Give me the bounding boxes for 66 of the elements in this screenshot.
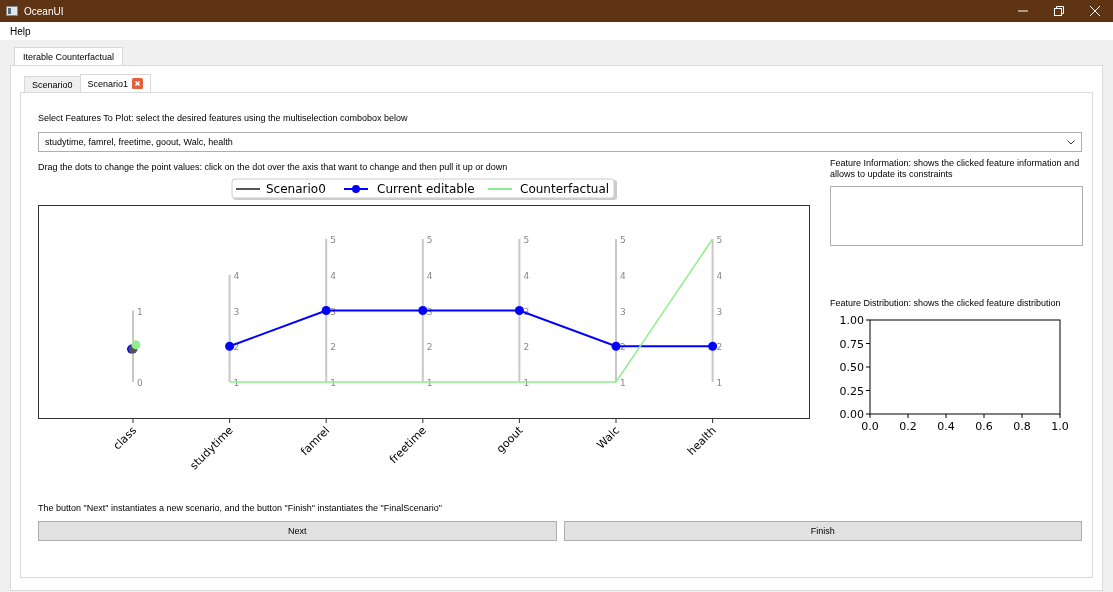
axis-tick-label: 5: [426, 235, 433, 245]
axis-tick-label: 4: [233, 270, 240, 281]
axis-tick-label: 1: [426, 378, 433, 388]
restore-icon: [1054, 6, 1064, 16]
chevron-down-icon: [1067, 139, 1075, 145]
axis-tick-label: 0: [137, 378, 143, 388]
tab[interactable]: Iterable Counterfactual: [14, 47, 124, 65]
instruction-text: Drag the dots to change the point values: click on the dot over the axis that want to change and then pull it up or down: [38, 162, 509, 173]
axis-tick-label: 2: [330, 342, 336, 353]
axis-tick-label: 1: [620, 378, 626, 388]
axis-tick-label: 3: [716, 306, 723, 317]
axis-tick-label: 5: [330, 235, 336, 245]
axis-tick-label: 4: [426, 270, 433, 281]
y-tick-label: 0.25: [839, 384, 864, 398]
x-tick-label: 0.8: [1013, 420, 1031, 433]
legend-label: Current editable: [377, 182, 475, 196]
window-title: OceanUI: [24, 5, 65, 17]
draggable-dot[interactable]: [225, 341, 235, 351]
axis-tick-label: 4: [330, 270, 336, 281]
x-tick-label: 0.4: [937, 420, 955, 433]
x-tick-label: 0.2: [899, 420, 917, 433]
tab[interactable]: Scenario1: [79, 74, 152, 92]
axis-tick-label: 3: [233, 306, 240, 317]
close-icon: [1090, 6, 1100, 16]
axis-tick-label: 1: [523, 378, 530, 388]
class-dot: [131, 340, 141, 350]
axis-tick-label: 3: [620, 306, 626, 317]
y-tick-label: 0.00: [839, 408, 864, 421]
x-tick-label: 1.0: [1051, 420, 1069, 433]
draggable-dot[interactable]: [321, 306, 331, 315]
distribution-label: Feature Distribution: shows the clicked feature distribution: [830, 298, 1062, 309]
axis-tick-label: 2: [523, 342, 530, 353]
axis-tick-label: 1: [137, 306, 143, 317]
menu-item[interactable]: Help: [4, 25, 37, 37]
axis-tick-label: 4: [716, 270, 723, 281]
axis-tick-label: 5: [620, 235, 626, 245]
draggable-dot[interactable]: [708, 341, 718, 351]
y-tick-label: 0.75: [839, 337, 864, 351]
axis-tick-label: 1: [716, 378, 723, 388]
action-button[interactable]: Finish: [563, 521, 1082, 541]
axis-tick-label: 5: [716, 235, 723, 245]
axis-tick-label: 3: [426, 306, 433, 317]
action-button[interactable]: Next: [38, 521, 557, 541]
info-label: Feature Information: shows the clicked feature information and allows to update its constraints: [830, 158, 1081, 180]
y-tick-label: 0.50: [839, 361, 864, 374]
axis-tick-label: 5: [523, 235, 530, 245]
tab[interactable]: Scenario0: [24, 76, 81, 92]
legend-label: Scenario0: [266, 182, 326, 196]
axis-tick-label: 1: [233, 378, 240, 388]
draggable-dot[interactable]: [611, 341, 621, 351]
features-combobox[interactable]: studytime, famrel, freetime, goout, Walc, health: [38, 132, 1082, 152]
draggable-dot[interactable]: [418, 306, 428, 315]
axis-tick-label: 2: [426, 342, 433, 353]
axis-tick-label: 4: [620, 270, 626, 281]
close-icon[interactable]: [132, 78, 144, 89]
x-tick-label: 0.6: [975, 420, 993, 433]
footer-text: The button "Next" instantiates a new scenario, and the button "Finish" instantiates the "FinalScenario": [38, 503, 443, 514]
axis-tick-label: 4: [523, 270, 530, 281]
draggable-dot[interactable]: [514, 306, 524, 315]
x-tick-label: 0.0: [861, 420, 879, 433]
y-tick-label: 1.00: [839, 314, 864, 327]
legend-label: Counterfactual: [520, 182, 610, 196]
app-icon: [6, 6, 18, 16]
axis-tick-label: 2: [716, 342, 723, 353]
instruction-text: Select Features To Plot: select the desired features using the multiselection combobox below: [38, 113, 409, 124]
axis-tick-label: 1: [330, 378, 336, 388]
